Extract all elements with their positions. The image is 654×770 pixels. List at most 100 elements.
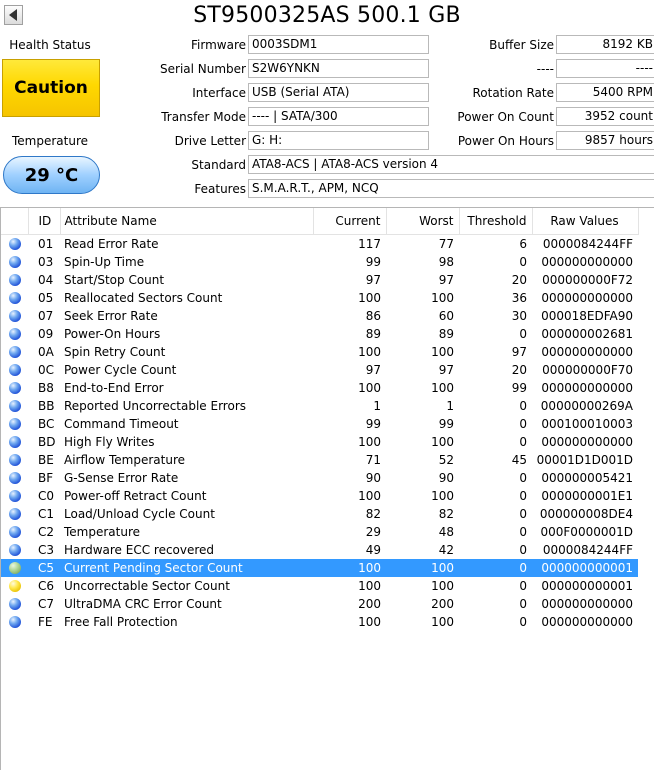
- features-field: S.M.A.R.T., APM, NCQ: [248, 179, 654, 198]
- cell-current: 97: [365, 362, 381, 377]
- table-row[interactable]: C3 Hardware ECC recovered 49 42 0 0000084244F…: [1, 541, 638, 559]
- cell-threshold: 0: [519, 398, 527, 413]
- smart-attributes-table[interactable]: ID Attribute Name Current Worst Threshol…: [0, 207, 654, 770]
- table-row[interactable]: 05 Reallocated Sectors Count 100 100 36 00000…: [1, 289, 638, 307]
- column-header-threshold[interactable]: Threshold: [459, 208, 533, 235]
- cell-threshold: 99: [511, 380, 527, 395]
- standard-field: ATA8-ACS | ATA8-ACS version 4: [248, 155, 654, 174]
- status-blue-circle-icon: [8, 490, 21, 502]
- cell-id: BD: [38, 434, 56, 449]
- table-row[interactable]: 01 Read Error Rate 117 77 6 0000084244FF: [1, 234, 638, 253]
- status-cell: [1, 397, 28, 415]
- cell-raw-value: 000000002681: [541, 326, 633, 341]
- cell-attribute-name: End-to-End Error: [64, 380, 164, 395]
- cell-threshold: 0: [459, 558, 532, 577]
- cell-raw-value: 000000000001: [532, 558, 638, 577]
- health-status-label: Health Status: [9, 38, 91, 52]
- table-row[interactable]: 0C Power Cycle Count 97 97 20 000000000F70: [1, 361, 638, 379]
- cell-raw-value: 000000005421: [541, 470, 633, 485]
- status-cell: [1, 541, 28, 559]
- column-header-worst[interactable]: Worst: [386, 208, 460, 235]
- status-blue-circle-icon: [8, 364, 21, 376]
- status-blue-circle-icon: [8, 400, 21, 412]
- cell-raw-value: 0000084244FF: [542, 542, 633, 557]
- table-row[interactable]: 09 Power-On Hours 89 89 0 000000002681: [1, 325, 638, 343]
- status-cell: [1, 289, 28, 307]
- cell-threshold: 0: [519, 542, 527, 557]
- table-row[interactable]: 07 Seek Error Rate 86 60 30 000018EDFA90: [1, 307, 638, 325]
- status-cell: [1, 469, 28, 487]
- column-header-attribute-name[interactable]: Attribute Name: [60, 208, 314, 235]
- drive-letter-label: Drive Letter: [174, 134, 246, 148]
- column-header-status[interactable]: [1, 208, 29, 235]
- interface-label: Interface: [192, 86, 246, 100]
- table-header-row: ID Attribute Name Current Worst Threshol…: [1, 208, 639, 235]
- power-on-hours-field: 9857 hours: [556, 131, 654, 150]
- cell-attribute-name: Reallocated Sectors Count: [64, 290, 223, 305]
- table-row[interactable]: C2 Temperature 29 48 0 000F0000001D: [1, 523, 638, 541]
- table-row[interactable]: BB Reported Uncorrectable Errors 1 1 0 000000…: [1, 397, 638, 415]
- status-blue-circle-icon: [8, 328, 21, 340]
- column-header-id[interactable]: ID: [28, 208, 61, 235]
- cell-current: 71: [365, 452, 381, 467]
- status-blue-circle-icon: [8, 256, 21, 268]
- column-header-raw-values[interactable]: Raw Values: [532, 208, 639, 235]
- cell-id: B8: [38, 380, 54, 395]
- status-blue-circle-icon: [8, 508, 21, 520]
- cell-current: 100: [358, 614, 381, 629]
- table-row[interactable]: 0A Spin Retry Count 100 100 97 000000000000: [1, 343, 638, 361]
- cell-raw-value: 000000000F72: [542, 272, 633, 287]
- table-row[interactable]: BE Airflow Temperature 71 52 45 00001D1D001D: [1, 451, 638, 469]
- cell-id: FE: [38, 614, 53, 629]
- cell-id: C6: [38, 578, 55, 593]
- health-status-badge[interactable]: Caution: [2, 59, 100, 117]
- column-header-current[interactable]: Current: [313, 208, 387, 235]
- drive-letter-field: G: H:: [248, 131, 429, 150]
- cell-worst: 98: [438, 254, 454, 269]
- cell-current: 100: [358, 290, 381, 305]
- table-row[interactable]: 03 Spin-Up Time 99 98 0 000000000000: [1, 253, 638, 271]
- temperature-label: Temperature: [11, 134, 88, 148]
- cell-current: 99: [365, 254, 381, 269]
- serial-number-field: S2W6YNKN: [248, 59, 429, 78]
- cell-id: 09: [38, 326, 54, 341]
- cell-worst: 48: [438, 524, 454, 539]
- table-row[interactable]: B8 End-to-End Error 100 100 99 000000000000: [1, 379, 638, 397]
- cell-threshold: 0: [519, 254, 527, 269]
- table-row[interactable]: 04 Start/Stop Count 97 97 20 000000000F72: [1, 271, 638, 289]
- rotation-rate-label: Rotation Rate: [472, 86, 554, 100]
- table-row[interactable]: FE Free Fall Protection 100 100 0 00000000000…: [1, 613, 638, 631]
- table-row[interactable]: C6 Uncorrectable Sector Count 100 100 0 00000…: [1, 577, 638, 595]
- table-row[interactable]: BD High Fly Writes 100 100 0 000000000000: [1, 433, 638, 451]
- cell-threshold: 0: [519, 416, 527, 431]
- cell-attribute-name: Read Error Rate: [64, 236, 159, 251]
- table-row[interactable]: C0 Power-off Retract Count 100 100 0 00000000…: [1, 487, 638, 505]
- table-row[interactable]: BC Command Timeout 99 99 0 000100010003: [1, 415, 638, 433]
- table-row[interactable]: BF G-Sense Error Rate 90 90 0 000000005421: [1, 469, 638, 487]
- power-on-count-field: 3952 count: [556, 107, 654, 126]
- cell-attribute-name: UltraDMA CRC Error Count: [64, 596, 222, 611]
- cell-current: 89: [365, 326, 381, 341]
- status-blue-circle-icon: [8, 238, 21, 250]
- cell-current: 100: [313, 558, 386, 577]
- table-row[interactable]: C5 Current Pending Sector Count 100 100 0 000…: [1, 558, 638, 577]
- table-row[interactable]: C7 UltraDMA CRC Error Count 200 200 0 0000000…: [1, 595, 638, 613]
- cell-threshold: 6: [519, 236, 527, 251]
- cell-threshold: 0: [519, 470, 527, 485]
- cell-raw-value: 00001D1D001D: [536, 452, 633, 467]
- cell-attribute-name: Free Fall Protection: [64, 614, 178, 629]
- temperature-badge[interactable]: 29 °C: [3, 156, 100, 194]
- status-cell: [1, 307, 28, 325]
- cell-worst: 99: [438, 416, 454, 431]
- status-cell: [1, 558, 28, 577]
- cell-threshold: 0: [519, 524, 527, 539]
- cell-threshold: 20: [511, 272, 527, 287]
- status-cell: [1, 451, 28, 469]
- cell-id: BF: [38, 470, 54, 485]
- cell-worst: 52: [438, 452, 454, 467]
- cell-id: 0A: [38, 344, 54, 359]
- status-cell: [1, 613, 28, 631]
- status-cell: [1, 433, 28, 451]
- smart-table-body: 01 Read Error Rate 117 77 6 0000084244FF 03 Spi…: [1, 234, 638, 631]
- table-row[interactable]: C1 Load/Unload Cycle Count 82 82 0 000000008D…: [1, 505, 638, 523]
